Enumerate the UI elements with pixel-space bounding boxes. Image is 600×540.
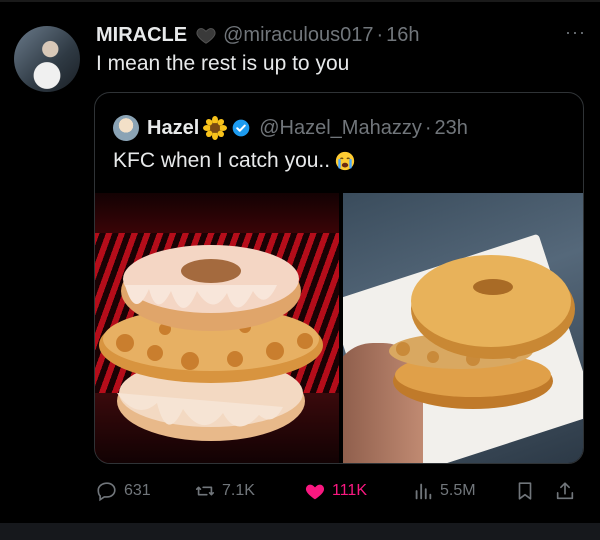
donut-sandwich-illustration [99, 245, 323, 441]
media-image-real-donut-sandwich[interactable] [343, 193, 583, 463]
quoted-tweet-text-row: KFC when I catch you.. [113, 149, 356, 173]
views-button[interactable]: 5.5M [412, 478, 476, 504]
real-donut-illustration [389, 255, 575, 409]
crying-emoji-icon [334, 150, 356, 172]
quoted-author-handle[interactable]: @Hazel_Mahazzy [259, 117, 422, 140]
tweet-text: I mean the rest is up to you [96, 52, 350, 75]
author-handle[interactable]: @miraculous017 [223, 24, 373, 47]
repost-count: 7.1K [222, 482, 255, 499]
view-count: 5.5M [440, 482, 476, 499]
like-button[interactable]: 111K [304, 478, 367, 504]
quoted-separator-dot: · [424, 116, 432, 139]
views-icon [415, 483, 432, 500]
quoted-author-name[interactable]: Hazel [147, 117, 199, 140]
tweet-actions: 631 7.1K 111K 5.5M [96, 478, 586, 504]
verified-badge-icon [231, 118, 251, 138]
repost-button[interactable]: 7.1K [194, 478, 255, 504]
quoted-tweet-text: KFC when I catch you.. [113, 149, 331, 172]
quoted-author-avatar[interactable] [113, 115, 139, 141]
bottom-divider [0, 523, 600, 540]
quoted-tweet-time[interactable]: 23h [435, 117, 468, 140]
sunflower-icon [203, 116, 228, 140]
bookmark-icon [518, 482, 532, 500]
like-count: 111K [332, 482, 367, 499]
tweet-time[interactable]: 16h [386, 24, 419, 47]
reply-count: 631 [124, 482, 151, 499]
author-avatar[interactable] [14, 26, 80, 92]
separator-dot: · [376, 23, 384, 46]
repost-icon [195, 486, 215, 496]
like-icon [305, 484, 325, 500]
more-icon[interactable]: ··· [565, 22, 586, 43]
quoted-tweet[interactable]: Hazel @Hazel_Mahazzy · 23h KFC when I ca… [94, 92, 584, 464]
author-name[interactable]: MIRACLE [96, 24, 187, 47]
black-heart-icon [195, 24, 217, 46]
share-button[interactable] [554, 478, 582, 504]
quoted-tweet-header: Hazel @Hazel_Mahazzy · 23h [147, 115, 468, 141]
top-divider [0, 0, 600, 2]
reply-button[interactable]: 631 [96, 478, 151, 504]
reply-icon [97, 482, 116, 502]
media-image-kfc-donut-sandwich[interactable] [95, 193, 339, 463]
tweet-header: MIRACLE @miraculous017 · 16h [96, 22, 420, 48]
share-icon [556, 482, 574, 500]
bookmark-button[interactable] [514, 478, 542, 504]
